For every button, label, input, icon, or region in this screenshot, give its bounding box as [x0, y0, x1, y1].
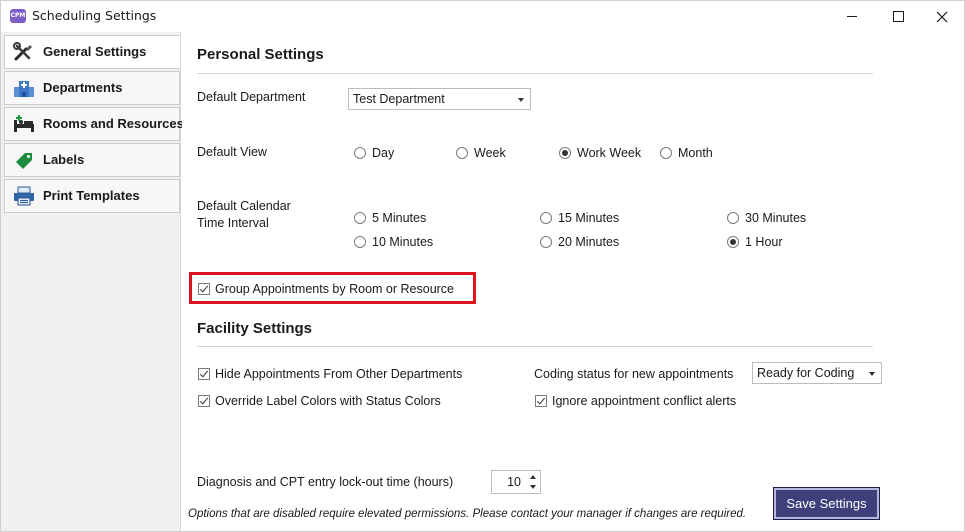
- sidebar-item-general-settings[interactable]: General Settings: [4, 35, 180, 69]
- radio-label: 20 Minutes: [558, 235, 620, 249]
- radio-label: Day: [372, 146, 395, 160]
- coding-status-select[interactable]: Ready for Coding: [752, 362, 882, 384]
- view-radio-day[interactable]: Day: [354, 146, 394, 160]
- interval-radio-30-minutes[interactable]: 30 Minutes: [727, 211, 806, 225]
- maximize-button[interactable]: [875, 1, 921, 32]
- default-department-value: Test Department: [353, 92, 445, 106]
- radio-label: Week: [474, 146, 506, 160]
- radio-circle: [540, 236, 552, 248]
- personal-settings-heading: Personal Settings: [197, 46, 324, 63]
- default-view-label: Default View: [197, 145, 267, 159]
- app-logo-icon: CPM: [10, 9, 26, 23]
- coding-status-value: Ready for Coding: [757, 366, 855, 380]
- facility-settings-heading: Facility Settings: [197, 320, 313, 337]
- radio-circle: [354, 147, 366, 159]
- radio-circle-selected: [727, 236, 739, 248]
- window-title: Scheduling Settings: [32, 8, 157, 23]
- default-department-label: Default Department: [197, 90, 306, 104]
- printer-icon: [14, 186, 34, 206]
- minimize-button[interactable]: [829, 1, 875, 32]
- radio-label: 10 Minutes: [372, 235, 434, 249]
- chevron-down-icon[interactable]: [530, 485, 536, 489]
- tools-icon: [13, 42, 32, 61]
- chevron-down-icon: [869, 372, 875, 376]
- bed-icon: [14, 115, 34, 132]
- override-label-colors-checkbox[interactable]: Override Label Colors with Status Colors: [198, 394, 441, 408]
- coding-status-label: Coding status for new appointments: [534, 367, 734, 381]
- view-radio-work-week[interactable]: Work Week: [559, 146, 641, 160]
- hide-other-departments-checkbox[interactable]: Hide Appointments From Other Departments: [198, 367, 462, 381]
- chevron-down-icon: [518, 98, 524, 102]
- facility-settings-divider: [197, 346, 873, 347]
- scheduling-settings-window: CPM Scheduling Settings General Settings: [0, 0, 965, 532]
- default-department-select[interactable]: Test Department: [348, 88, 531, 110]
- radio-label: 5 Minutes: [372, 211, 427, 225]
- checkbox-checked: [198, 283, 210, 295]
- lockout-hours-stepper[interactable]: 10: [491, 470, 541, 494]
- group-by-room-checkbox[interactable]: Group Appointments by Room or Resource: [198, 282, 454, 296]
- sidebar-item-label: General Settings: [43, 44, 147, 59]
- radio-circle: [456, 147, 468, 159]
- interval-label-line1: Default Calendar: [197, 199, 291, 213]
- interval-label-line2: Time Interval: [197, 216, 269, 230]
- minimize-icon: [847, 16, 857, 17]
- save-settings-button[interactable]: Save Settings: [773, 487, 880, 520]
- checkbox-checked: [198, 395, 210, 407]
- personal-settings-divider: [197, 73, 873, 74]
- radio-label: Work Week: [577, 146, 642, 160]
- radio-circle: [727, 212, 739, 224]
- view-radio-month[interactable]: Month: [660, 146, 713, 160]
- interval-radio-15-minutes[interactable]: 15 Minutes: [540, 211, 619, 225]
- radio-circle: [354, 212, 366, 224]
- sidebar-item-label: Rooms and Resources: [43, 116, 184, 131]
- interval-radio-10-minutes[interactable]: 10 Minutes: [354, 235, 433, 249]
- checkbox-label: Hide Appointments From Other Departments: [215, 367, 463, 381]
- settings-sidebar: General Settings Departments Rooms and R…: [1, 32, 184, 531]
- chevron-up-icon[interactable]: [530, 475, 536, 479]
- radio-circle: [660, 147, 672, 159]
- close-button[interactable]: [919, 1, 964, 32]
- radio-circle: [540, 212, 552, 224]
- maximize-icon: [892, 11, 904, 22]
- lockout-hours-value: 10: [507, 475, 521, 489]
- checkbox-checked: [535, 395, 547, 407]
- checkbox-label: Ignore appointment conflict alerts: [552, 394, 737, 408]
- radio-circle: [354, 236, 366, 248]
- interval-radio-1-hour[interactable]: 1 Hour: [727, 235, 783, 249]
- interval-radio-5-minutes[interactable]: 5 Minutes: [354, 211, 426, 225]
- checkbox-checked: [198, 368, 210, 380]
- radio-label: Month: [678, 146, 713, 160]
- radio-label: 15 Minutes: [558, 211, 620, 225]
- sidebar-item-rooms-and-resources[interactable]: Rooms and Resources: [4, 107, 184, 141]
- checkbox-label: Override Label Colors with Status Colors: [215, 394, 441, 408]
- sidebar-item-departments[interactable]: Departments: [4, 71, 180, 105]
- view-radio-week[interactable]: Week: [456, 146, 506, 160]
- radio-circle-selected: [559, 147, 571, 159]
- sidebar-item-label: Departments: [43, 80, 123, 95]
- title-bar: CPM Scheduling Settings: [1, 1, 964, 32]
- tag-icon: [16, 153, 32, 169]
- ignore-conflict-alerts-checkbox[interactable]: Ignore appointment conflict alerts: [535, 394, 736, 408]
- settings-content: Personal Settings Default Department Tes…: [182, 32, 964, 531]
- permissions-note: Options that are disabled require elevat…: [188, 508, 747, 520]
- radio-label: 30 Minutes: [745, 211, 807, 225]
- interval-radio-20-minutes[interactable]: 20 Minutes: [540, 235, 619, 249]
- hospital-building-icon: [14, 81, 34, 97]
- checkbox-label: Group Appointments by Room or Resource: [215, 282, 455, 296]
- sidebar-item-print-templates[interactable]: Print Templates: [4, 179, 180, 213]
- close-icon: [936, 11, 948, 22]
- sidebar-item-label: Labels: [43, 152, 85, 167]
- radio-label: 1 Hour: [745, 235, 783, 249]
- sidebar-item-labels[interactable]: Labels: [4, 143, 180, 177]
- lockout-time-label: Diagnosis and CPT entry lock-out time (h…: [197, 475, 454, 489]
- sidebar-item-label: Print Templates: [43, 188, 140, 203]
